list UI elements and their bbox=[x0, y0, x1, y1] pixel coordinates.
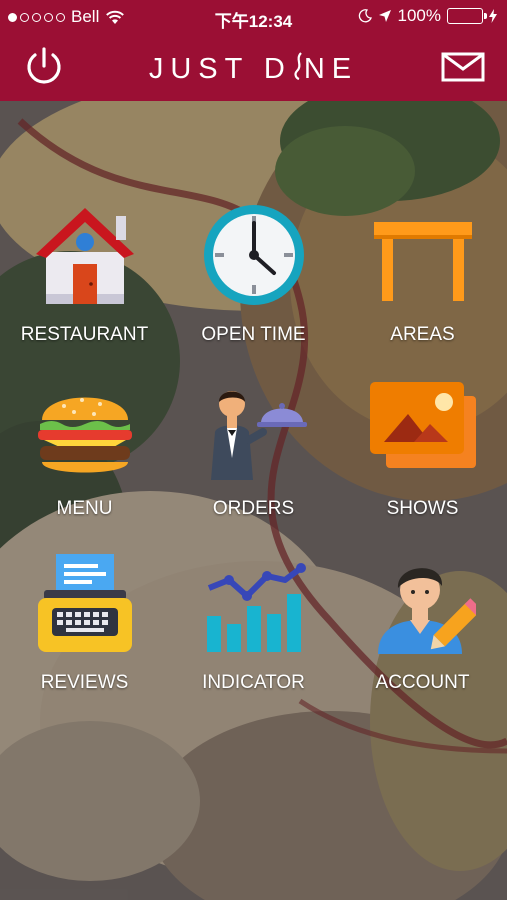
moon-icon bbox=[358, 9, 372, 23]
tile-account-label: ACCOUNT bbox=[375, 672, 470, 693]
gallery-icon bbox=[369, 382, 476, 468]
title-i-swirl-icon bbox=[292, 51, 304, 89]
tile-areas[interactable]: AREAS bbox=[338, 200, 507, 374]
status-bar: Bell 下午12:34 100% bbox=[0, 0, 507, 34]
charging-icon bbox=[489, 9, 497, 23]
tile-open-time-label: OPEN TIME bbox=[201, 324, 306, 345]
tile-shows-label: SHOWS bbox=[386, 498, 459, 519]
table-icon bbox=[373, 222, 472, 301]
tile-reviews-label: REVIEWS bbox=[40, 672, 129, 693]
app-header: Bell 下午12:34 100% JUST D NE bbox=[0, 0, 507, 101]
tile-menu[interactable]: MENU bbox=[0, 374, 169, 548]
waiter-icon bbox=[210, 391, 307, 480]
battery-percent: 100% bbox=[397, 6, 441, 25]
app-title-part-1: JUST D bbox=[148, 53, 292, 85]
feature-grid: RESTAURANT OPEN TIME AREAS MENU ORDERS S… bbox=[0, 200, 507, 722]
house-icon bbox=[35, 208, 134, 304]
tile-areas-label: AREAS bbox=[390, 324, 455, 345]
tile-menu-label: MENU bbox=[56, 498, 113, 519]
bar-chart-icon bbox=[206, 563, 306, 652]
status-right: 100% bbox=[358, 6, 497, 26]
typewriter-icon bbox=[37, 554, 132, 652]
tile-open-time[interactable]: OPEN TIME bbox=[169, 200, 338, 374]
account-icon bbox=[377, 568, 476, 654]
tile-restaurant-label: RESTAURANT bbox=[20, 324, 149, 345]
tile-orders-label: ORDERS bbox=[212, 498, 295, 519]
tile-indicator-label: INDICATOR bbox=[202, 672, 305, 693]
tile-account[interactable]: ACCOUNT bbox=[338, 548, 507, 722]
app-title-part-2: NE bbox=[303, 53, 359, 85]
burger-icon bbox=[37, 397, 132, 473]
battery-icon bbox=[447, 8, 487, 24]
app-screen: Bell 下午12:34 100% JUST D NE RESTAURANT O… bbox=[0, 0, 507, 900]
mail-icon[interactable] bbox=[441, 50, 485, 84]
clock-icon bbox=[203, 205, 304, 305]
tile-restaurant[interactable]: RESTAURANT bbox=[0, 200, 169, 374]
tile-orders[interactable]: ORDERS bbox=[169, 374, 338, 548]
tile-reviews[interactable]: REVIEWS bbox=[0, 548, 169, 722]
tile-indicator[interactable]: INDICATOR bbox=[169, 548, 338, 722]
location-arrow-icon bbox=[378, 10, 391, 22]
app-title: JUST D NE bbox=[0, 48, 507, 86]
tile-shows[interactable]: SHOWS bbox=[338, 374, 507, 548]
